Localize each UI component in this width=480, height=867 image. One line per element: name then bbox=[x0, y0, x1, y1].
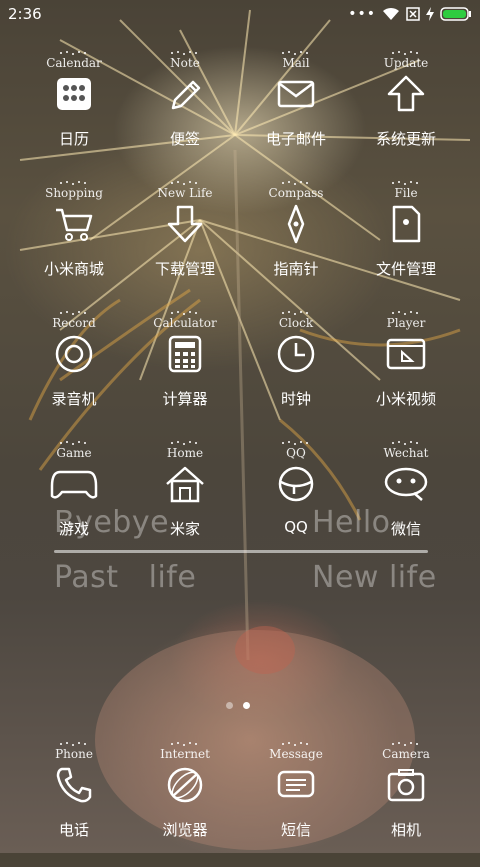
app-label: 时钟 bbox=[280, 390, 311, 408]
app-record[interactable]: Record 录音机 bbox=[14, 306, 134, 436]
mail-icon bbox=[277, 80, 315, 108]
page-dot-active[interactable] bbox=[243, 702, 250, 709]
app-tag: Record bbox=[52, 316, 96, 330]
app-label: 便签 bbox=[169, 130, 200, 148]
wechat-icon bbox=[384, 467, 428, 501]
compass-icon bbox=[287, 204, 305, 244]
widget-byebye: Byebye bbox=[54, 505, 170, 540]
app-tag: Note bbox=[170, 56, 200, 70]
app-label: 短信 bbox=[280, 821, 311, 839]
no-sim-icon bbox=[406, 7, 420, 21]
app-tag: Wechat bbox=[383, 446, 429, 460]
dock-phone[interactable]: Phone 电话 bbox=[14, 737, 134, 867]
app-tag: Calendar bbox=[46, 56, 102, 70]
app-tag: Camera bbox=[382, 747, 430, 761]
app-home[interactable]: Home 米家 bbox=[125, 436, 245, 566]
app-tag: Calculator bbox=[153, 316, 217, 330]
pencil-icon bbox=[171, 80, 201, 110]
app-tag: Shopping bbox=[45, 186, 103, 200]
app-tag: Message bbox=[269, 747, 323, 761]
widget-hello: Hello bbox=[312, 505, 391, 540]
app-tag: Clock bbox=[278, 316, 314, 330]
app-download[interactable]: New Life 下载管理 bbox=[125, 176, 245, 306]
qq-icon bbox=[278, 466, 314, 502]
app-compass[interactable]: Compass 指南针 bbox=[236, 176, 356, 306]
home-icon bbox=[166, 466, 204, 503]
page-dot[interactable] bbox=[226, 702, 233, 709]
app-label: 电子邮件 bbox=[265, 130, 326, 148]
app-label: 电话 bbox=[58, 821, 89, 839]
app-label: 下载管理 bbox=[154, 260, 215, 278]
app-tag: Phone bbox=[55, 747, 93, 761]
update-icon bbox=[387, 75, 425, 112]
app-label: 指南针 bbox=[273, 260, 319, 278]
app-tag: Internet bbox=[160, 747, 210, 761]
calculator-icon bbox=[168, 335, 202, 373]
app-note[interactable]: Note 便签 bbox=[125, 46, 245, 176]
message-icon bbox=[277, 770, 315, 798]
app-game[interactable]: Game 游戏 bbox=[14, 436, 134, 566]
dock-browser[interactable]: Internet 浏览器 bbox=[125, 737, 245, 867]
page-indicator[interactable] bbox=[226, 702, 250, 709]
app-label: 计算器 bbox=[162, 390, 208, 408]
app-label: 小米商城 bbox=[43, 260, 104, 278]
app-label: 日历 bbox=[58, 130, 89, 148]
record-icon bbox=[55, 335, 93, 373]
phone-icon bbox=[56, 767, 92, 803]
battery-icon bbox=[440, 7, 471, 21]
calendar-icon bbox=[57, 78, 91, 110]
app-calculator[interactable]: Calculator 计算器 bbox=[125, 306, 245, 436]
app-label: 文件管理 bbox=[375, 260, 436, 278]
wifi-icon bbox=[383, 7, 399, 20]
app-tag: Update bbox=[383, 56, 429, 70]
app-clock[interactable]: Clock 时钟 bbox=[236, 306, 356, 436]
app-tag: QQ bbox=[286, 446, 306, 460]
app-label: 浏览器 bbox=[162, 821, 208, 839]
dock-camera[interactable]: Camera 相机 bbox=[346, 737, 466, 867]
app-label: 系统更新 bbox=[375, 130, 436, 148]
app-player[interactable]: Player 小米视频 bbox=[346, 306, 466, 436]
charging-icon bbox=[426, 7, 434, 21]
app-calendar[interactable]: Calendar 日历 bbox=[14, 46, 134, 176]
download-icon bbox=[167, 205, 203, 243]
app-tag: Home bbox=[166, 446, 204, 460]
file-icon bbox=[392, 205, 421, 243]
app-label: 小米视频 bbox=[375, 390, 436, 408]
dock-message[interactable]: Message 短信 bbox=[236, 737, 356, 867]
app-tag: New Life bbox=[157, 186, 213, 200]
app-label: 相机 bbox=[390, 821, 421, 839]
widget-new-life: New life bbox=[312, 560, 437, 595]
app-mail[interactable]: Mail 电子邮件 bbox=[236, 46, 356, 176]
cart-icon bbox=[56, 208, 93, 241]
camera-icon bbox=[387, 769, 425, 802]
widget-past-life: Past life bbox=[54, 560, 197, 595]
app-file[interactable]: File 文件管理 bbox=[346, 176, 466, 306]
app-tag: Compass bbox=[268, 186, 324, 200]
gamepad-icon bbox=[50, 470, 98, 499]
more-dots-icon: ••• bbox=[348, 6, 376, 22]
app-tag: Mail bbox=[282, 56, 310, 70]
app-wechat[interactable]: Wechat 微信 bbox=[346, 436, 466, 566]
app-tag: Game bbox=[56, 446, 92, 460]
app-update[interactable]: Update 系统更新 bbox=[346, 46, 466, 176]
browser-icon bbox=[167, 767, 203, 803]
clock-icon bbox=[277, 335, 315, 373]
player-icon bbox=[386, 338, 426, 370]
app-label: 录音机 bbox=[51, 390, 97, 408]
app-shopping[interactable]: Shopping 小米商城 bbox=[14, 176, 134, 306]
widget-divider bbox=[54, 550, 428, 553]
app-tag: File bbox=[394, 186, 418, 200]
app-qq[interactable]: QQ QQ bbox=[236, 436, 356, 566]
status-bar: 2:36 ••• bbox=[0, 0, 480, 28]
status-time: 2:36 bbox=[8, 5, 42, 23]
app-tag: Player bbox=[386, 316, 426, 330]
